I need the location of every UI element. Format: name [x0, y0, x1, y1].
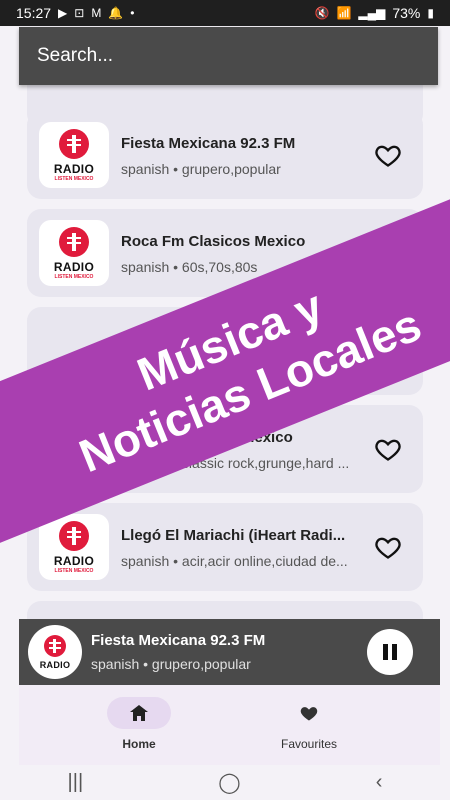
station-logo: RADIO	[28, 625, 82, 679]
pause-button[interactable]	[367, 629, 413, 675]
logo-label: RADIO	[53, 553, 95, 568]
station-name: Fiesta Mexicana 92.3 FM	[121, 135, 296, 152]
back-icon[interactable]: ‹	[376, 771, 383, 794]
pause-icon	[392, 644, 397, 660]
logo-sublabel: LISTEN MEXICO	[54, 175, 94, 182]
station-tags: spanish • acir,acir online,ciudad de...	[121, 553, 348, 569]
nav-home-label: Home	[122, 737, 156, 751]
search-input[interactable]: Search...	[19, 27, 438, 85]
wifi-icon: 📶	[336, 6, 352, 20]
home-circle-icon[interactable]: ◯	[218, 770, 240, 795]
signal-icon: ▂▄▆	[358, 6, 386, 20]
status-time: 15:27	[16, 5, 52, 21]
play-notification-icon: ▶	[58, 6, 68, 20]
battery-icon: ▮	[427, 6, 434, 20]
heart-icon[interactable]	[373, 435, 403, 463]
bell-icon: 🔔	[108, 6, 124, 20]
heart-icon[interactable]	[373, 141, 403, 169]
station-tags: spanish • grupero,popular	[121, 161, 281, 177]
mute-icon: 🔇	[314, 6, 330, 20]
logo-sublabel: LISTEN MEXICO	[54, 273, 94, 280]
nav-home[interactable]: Home	[69, 697, 209, 751]
now-playing-title: Fiesta Mexicana 92.3 FM	[91, 632, 266, 649]
home-icon	[107, 697, 171, 729]
list-item[interactable]: RADIO LISTEN MEXICO Llegó El Mariachi (i…	[27, 503, 423, 591]
heart-filled-icon	[277, 697, 341, 729]
radio-tower-icon	[44, 634, 66, 657]
logo-sublabel: LISTEN MEXICO	[54, 567, 94, 574]
status-bar: 15:27 ▶ ⊡ M 🔔 • 🔇 📶 ▂▄▆ 73% ▮	[0, 0, 450, 26]
now-playing-bar[interactable]: RADIO Fiesta Mexicana 92.3 FM spanish • …	[19, 619, 440, 685]
list-item[interactable]: RADIO LISTEN MEXICO Fiesta Mexicana 92.3…	[27, 111, 423, 199]
radio-tower-icon	[59, 226, 89, 257]
recent-apps-icon[interactable]: |||	[68, 771, 84, 794]
station-logo: RADIO LISTEN MEXICO	[39, 514, 109, 580]
bottom-navigation: Home Favourites	[19, 685, 440, 765]
station-name: Llegó El Mariachi (iHeart Radi...	[121, 527, 346, 544]
heart-icon[interactable]	[373, 533, 403, 561]
search-placeholder: Search...	[37, 45, 114, 66]
logo-label: RADIO	[39, 659, 71, 670]
radio-tower-icon	[59, 128, 89, 159]
logo-label: RADIO	[53, 259, 95, 274]
pause-icon	[383, 644, 388, 660]
dot-icon: •	[130, 6, 135, 20]
nav-favourites[interactable]: Favourites	[239, 697, 379, 751]
station-logo: RADIO LISTEN MEXICO	[39, 220, 109, 286]
nav-favourites-label: Favourites	[280, 737, 338, 751]
station-logo: RADIO LISTEN MEXICO	[39, 122, 109, 188]
media-notification-icon: ⊡	[74, 6, 85, 20]
gmail-icon: M	[91, 6, 102, 20]
battery-percent: 73%	[392, 5, 421, 21]
system-navigation: ||| ◯ ‹	[0, 765, 450, 800]
now-playing-subtitle: spanish • grupero,popular	[91, 656, 251, 672]
logo-label: RADIO	[53, 161, 95, 176]
radio-tower-icon	[59, 520, 89, 551]
